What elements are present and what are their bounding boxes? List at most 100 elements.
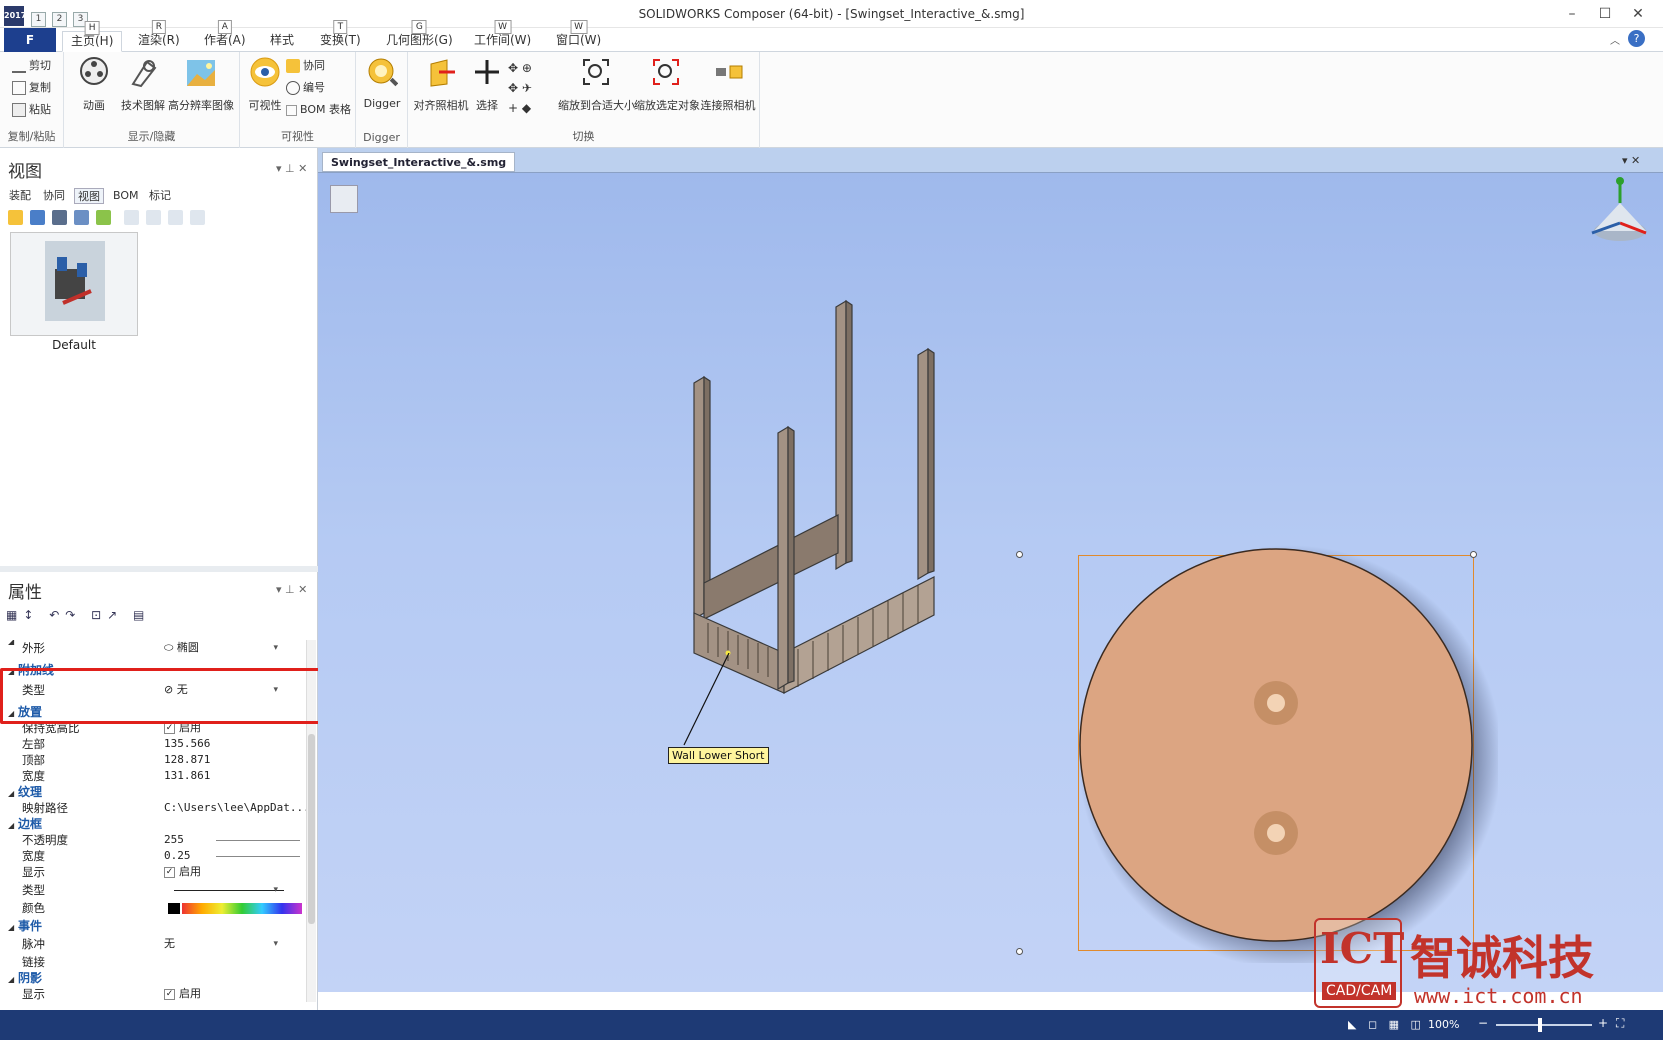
copy-button[interactable]: 复制 — [12, 78, 51, 98]
resize-handle-tl[interactable] — [1016, 551, 1023, 558]
digger-button[interactable]: Digger — [360, 56, 404, 110]
zoom-out-button[interactable]: − — [1478, 1016, 1488, 1030]
tech-illustration-icon — [131, 60, 157, 88]
panel-menu-icon[interactable]: ▾ ⊥ ✕ — [276, 162, 307, 175]
select-button[interactable]: 选择 — [470, 56, 504, 113]
prop-width[interactable]: 宽度 131.861 — [0, 768, 304, 784]
digger-icon — [368, 58, 399, 87]
scissors-icon — [12, 59, 26, 73]
prop-top[interactable]: 顶部 128.871 — [0, 752, 304, 768]
animation-button[interactable]: 动画 — [72, 56, 116, 113]
tab-transform[interactable]: 变换(T) T — [312, 20, 369, 52]
tab-bom[interactable]: BOM — [110, 188, 142, 204]
document-tab-controls[interactable]: ▾ ✕ — [1622, 154, 1640, 167]
props-panel-menu-icon[interactable]: ▾ ⊥ ✕ — [276, 583, 307, 596]
prop-border-width[interactable]: 宽度 0.25 — [0, 848, 304, 864]
ellipse-icon: ⬭ 椭圆 — [164, 641, 199, 654]
props-toolbar[interactable]: ▦↕ ↶↷ ⊡↗ ▤ — [6, 608, 206, 626]
prop-shadow-display[interactable]: 显示 ✓ 启用 — [0, 986, 304, 1002]
tab-markers[interactable]: 标记 — [146, 188, 174, 204]
prop-color[interactable]: 颜色 — [0, 900, 304, 916]
view-mode-icon[interactable] — [330, 185, 358, 213]
tab-geometry[interactable]: 几何图形(G) G — [378, 20, 461, 52]
disc-part-image[interactable] — [1058, 543, 1498, 963]
tab-assembly[interactable]: 装配 — [6, 188, 34, 204]
resize-handle-tr[interactable] — [1470, 551, 1477, 558]
3d-canvas[interactable]: Wall Lower Short — [318, 172, 1663, 992]
paste-button[interactable]: 粘贴 — [12, 100, 51, 120]
section-shadow[interactable]: ◢ 阴影 — [8, 970, 308, 986]
panel-splitter[interactable] — [0, 566, 318, 572]
display-checkbox[interactable]: ✓ — [164, 866, 175, 878]
shadow-checkbox[interactable]: ✓ — [164, 988, 175, 1000]
color-swatch[interactable] — [168, 903, 180, 914]
camera-icon[interactable] — [30, 210, 45, 225]
prop-link[interactable]: 链接 — [0, 954, 304, 970]
visibility-button[interactable]: 可视性 — [244, 56, 286, 113]
prop-display[interactable]: 显示 ✓ 启用 — [0, 864, 304, 880]
update-view-icon[interactable] — [52, 210, 67, 225]
zoom-selected-icon — [653, 59, 679, 85]
ribbon-collapse-icon[interactable]: ︿ — [1610, 32, 1620, 47]
part-callout-label[interactable]: Wall Lower Short — [668, 747, 769, 764]
section-event[interactable]: ◢ 事件 — [8, 918, 308, 934]
color-spectrum[interactable] — [182, 903, 302, 914]
cut-button[interactable]: 剪切 — [12, 56, 51, 76]
close-button[interactable]: ✕ — [1625, 4, 1651, 24]
maximize-button[interactable]: ☐ — [1592, 4, 1618, 24]
help-icon[interactable]: ? — [1628, 30, 1645, 47]
document-tab[interactable]: Swingset_Interactive_&.smg — [322, 152, 516, 172]
document-viewport: Swingset_Interactive_&.smg ▾ ✕ Wall Lowe… — [318, 148, 1663, 992]
tab-style[interactable]: 样式 — [262, 31, 302, 52]
view-thumbnail[interactable] — [10, 232, 138, 336]
link-camera-button[interactable]: 连接照相机 — [698, 56, 758, 113]
wooden-frame-model[interactable] — [618, 293, 958, 713]
zoom-fit-button[interactable]: 缩放到合适大小 — [558, 56, 635, 113]
prop-map-path[interactable]: 映射路径 C:\Users\lee\AppDat... — [0, 800, 310, 816]
view-options-icon[interactable] — [74, 210, 89, 225]
section-texture[interactable]: ◢ 纹理 — [8, 784, 308, 800]
numbering-icon — [286, 81, 300, 95]
section-border[interactable]: ◢ 边框 — [8, 816, 308, 832]
disabled-icon-3 — [168, 210, 183, 225]
fit-window-icon[interactable]: ⛶ — [1616, 1016, 1624, 1031]
orientation-triad-icon[interactable] — [1580, 173, 1660, 253]
tech-illustration-button[interactable]: 技术图解 — [118, 56, 168, 113]
tab-views[interactable]: 视图 — [74, 188, 104, 204]
navigation-icons[interactable]: ✥ ⊕ ✥ ✈ + ◆ — [508, 58, 552, 118]
width-slider[interactable] — [216, 856, 300, 857]
keep-ratio-checkbox[interactable]: ✓ — [164, 722, 175, 734]
prop-opacity[interactable]: 不透明度 255 — [0, 832, 304, 848]
numbering-button[interactable]: 编号 — [286, 78, 325, 98]
collaboration-icon — [286, 59, 300, 73]
zoom-slider-thumb[interactable] — [1538, 1018, 1542, 1032]
tab-collaboration[interactable]: 协同 — [40, 188, 68, 204]
opacity-slider[interactable] — [216, 840, 300, 841]
hires-image-button[interactable]: 高分辨率图像 — [168, 56, 234, 113]
prop-left[interactable]: 左部 135.566 — [0, 736, 304, 752]
prop-border-type[interactable]: 类型 ▾ — [0, 882, 304, 898]
prop-shape[interactable]: 外形 ⬭ 椭圆 ▾ — [0, 640, 304, 656]
group-label-showhide: 显示/隐藏 — [127, 130, 176, 143]
tab-author[interactable]: 作者(A) A — [196, 20, 254, 52]
tab-window[interactable]: 窗口(W) W — [548, 20, 609, 52]
resize-handle-bl[interactable] — [1016, 948, 1023, 955]
minimize-button[interactable]: – — [1559, 4, 1585, 24]
film-reel-icon — [80, 57, 108, 85]
zoom-selected-button[interactable]: 缩放选定对象 — [634, 56, 700, 113]
prop-pulse[interactable]: 脉冲无 ▾ — [0, 936, 304, 952]
tab-home[interactable]: 主页(H) H — [62, 21, 123, 52]
status-toolbar-icons[interactable]: ◣ ◻ ▦ ◫ — [1348, 1018, 1425, 1031]
collaboration-button[interactable]: 协同 — [286, 56, 325, 76]
brush-icon[interactable] — [96, 210, 111, 225]
bom-table-button[interactable]: BOM 表格 — [286, 100, 351, 120]
zoom-slider[interactable] — [1496, 1024, 1592, 1026]
zoom-in-button[interactable]: + — [1598, 1016, 1608, 1030]
align-camera-button[interactable]: 对齐照相机 — [412, 56, 470, 113]
file-tab[interactable]: F — [4, 28, 56, 52]
props-scrollbar-thumb[interactable] — [308, 734, 315, 924]
checkbox-icon — [286, 104, 297, 116]
tab-render[interactable]: 渲染(R) R — [130, 20, 188, 52]
new-view-icon[interactable] — [8, 210, 23, 225]
tab-workshops[interactable]: 工作间(W) W — [466, 20, 539, 52]
